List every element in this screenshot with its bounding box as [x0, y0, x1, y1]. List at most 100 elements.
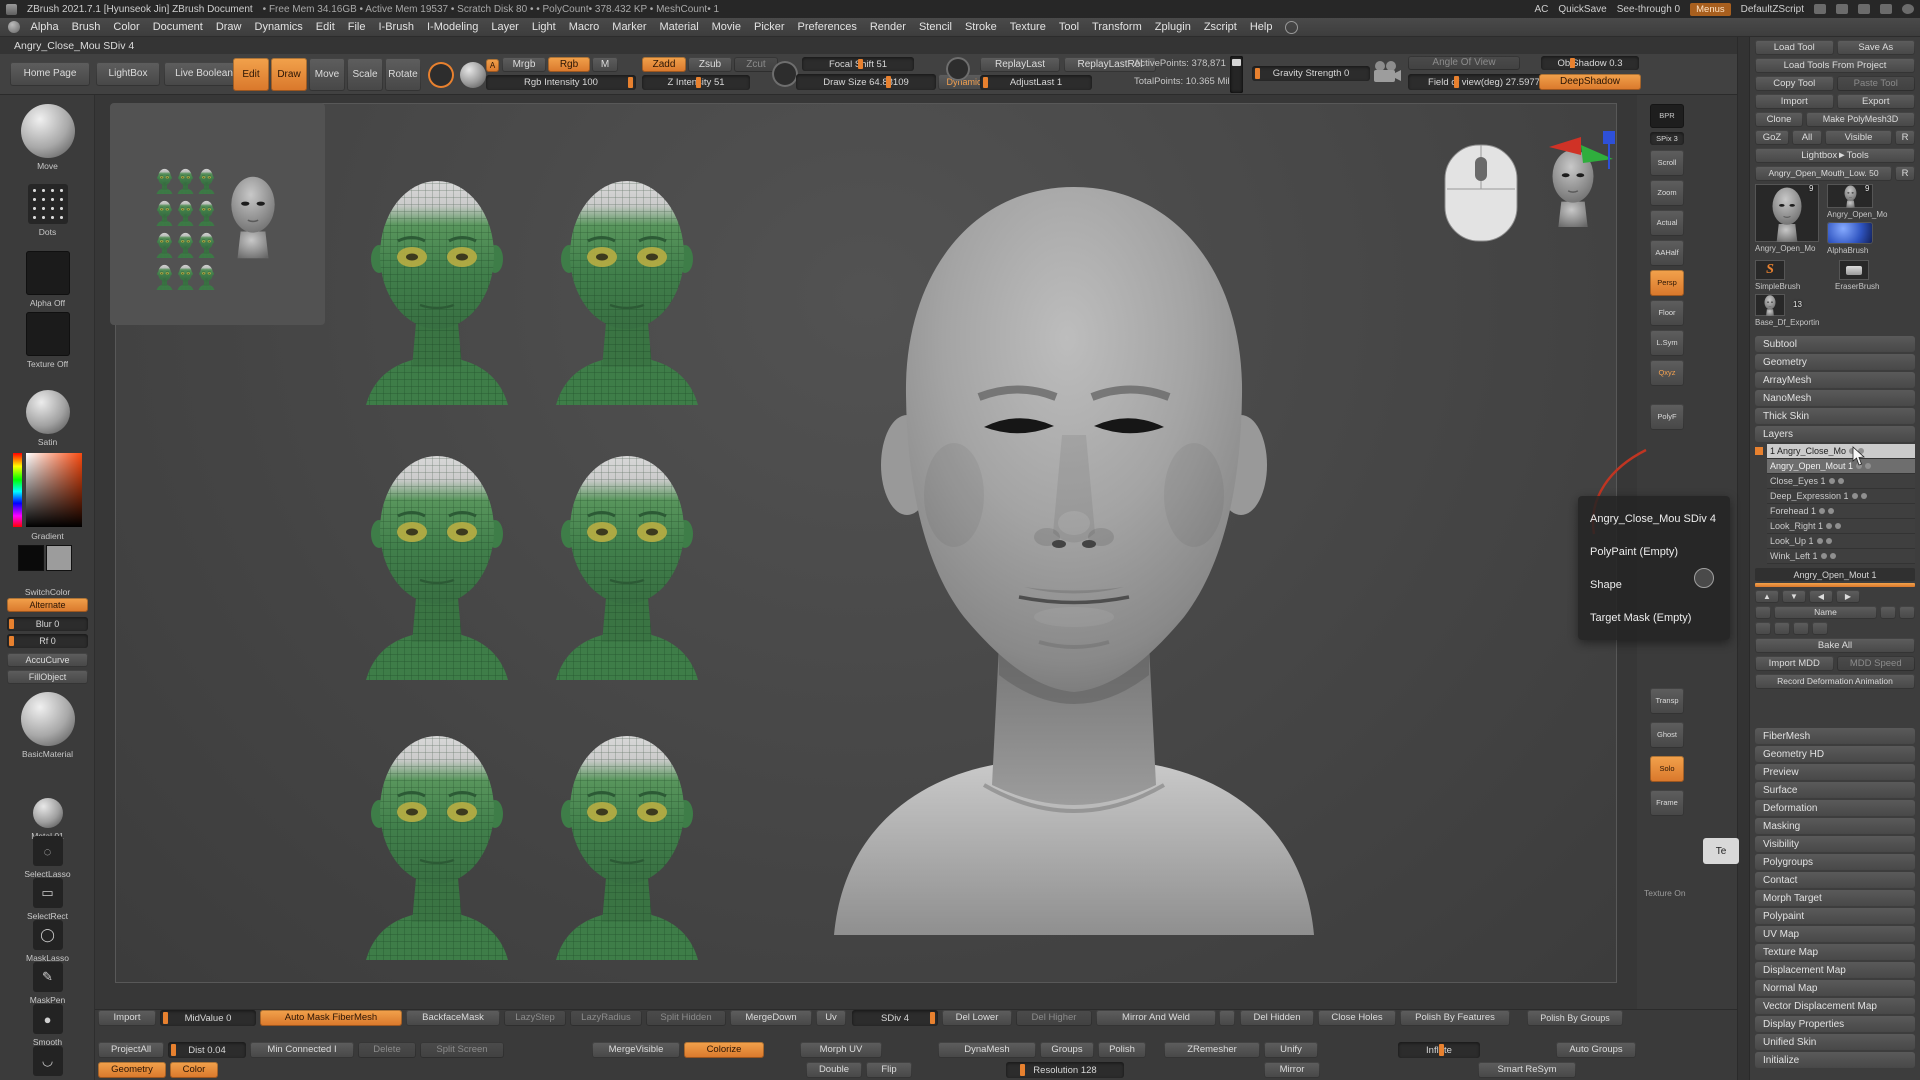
color-tab[interactable]: Color	[170, 1062, 218, 1078]
del-higher-button[interactable]: Del Higher	[1016, 1010, 1092, 1026]
menu-item[interactable]: Brush	[65, 21, 107, 33]
goz-r-button[interactable]: R	[1895, 130, 1915, 145]
sidebar-thumb[interactable]: ●	[33, 1004, 63, 1034]
mdd-speed-button[interactable]: MDD Speed	[1837, 656, 1916, 671]
help-circle-icon[interactable]	[1285, 21, 1298, 34]
layer-split-icon[interactable]	[1774, 622, 1790, 635]
layer-merge-icon[interactable]	[1755, 622, 1771, 635]
polish-by-features-button[interactable]: Polish By Features	[1400, 1010, 1510, 1026]
layer-eye-icon[interactable]	[1838, 478, 1844, 484]
close-holes-button[interactable]: Close Holes	[1318, 1010, 1396, 1026]
sidebar-item[interactable]: Metal 01	[0, 798, 95, 841]
see-through-slider[interactable]: See-through 0	[1617, 4, 1680, 15]
clone-button[interactable]: Clone	[1755, 112, 1803, 127]
main-color-swatch[interactable]	[18, 545, 44, 571]
gyro-icon[interactable]	[946, 57, 970, 81]
replay-last-button[interactable]: ReplayLast	[980, 57, 1060, 72]
layer-intensity-icon[interactable]	[1819, 508, 1825, 514]
zremesher-button[interactable]: ZRemesher	[1164, 1042, 1260, 1058]
palette-section[interactable]: Morph Target	[1755, 890, 1915, 906]
menu-item[interactable]: Picker	[747, 21, 791, 33]
selected-layer-name[interactable]: Angry_Open_Mout 1	[1755, 568, 1915, 581]
live-boolean-button[interactable]: Live Boolean	[164, 62, 244, 86]
palette-section[interactable]: Subtool	[1755, 336, 1915, 352]
focal-shift-slider[interactable]: Focal Shift 51	[802, 57, 914, 71]
menu-item[interactable]: Movie	[705, 21, 747, 33]
angle-of-view-button[interactable]: Angle Of View	[1408, 56, 1520, 70]
palette-section[interactable]: Surface	[1755, 782, 1915, 798]
accucurve-button[interactable]: AccuCurve	[7, 653, 88, 667]
spix-slider[interactable]: SPix 3	[1650, 132, 1684, 145]
alphabrush-thumb[interactable]	[1827, 222, 1873, 244]
mergevisible-button[interactable]: MergeVisible	[592, 1042, 680, 1058]
split-screen-button[interactable]: Split Screen	[420, 1042, 504, 1058]
hue-strip[interactable]	[13, 453, 22, 527]
menu-item[interactable]: Texture	[1003, 21, 1052, 33]
bake-all-button[interactable]: Bake All	[1755, 638, 1915, 653]
mirror-and-weld-button[interactable]: Mirror And Weld	[1096, 1010, 1216, 1026]
layer-invert-icon[interactable]	[1793, 622, 1809, 635]
palette-section[interactable]: Contact	[1755, 872, 1915, 888]
edit-button[interactable]: Edit	[233, 58, 269, 91]
zsub-button[interactable]: Zsub	[688, 57, 732, 72]
inflate-slider[interactable]: Inflate	[1398, 1042, 1480, 1058]
groups-button[interactable]: Groups	[1040, 1042, 1094, 1058]
import-button[interactable]: Import	[1755, 94, 1834, 109]
palette-section[interactable]: Thick Skin	[1755, 408, 1915, 424]
delete-button[interactable]: Delete	[358, 1042, 416, 1058]
menu-item[interactable]: Layer	[485, 21, 526, 33]
sidebar-thumb[interactable]	[26, 312, 70, 356]
load-tool-button[interactable]: Load Tool	[1755, 40, 1834, 55]
menu-item[interactable]: Document	[146, 21, 209, 33]
sidebar-item[interactable]: ▭ SelectRect	[0, 878, 95, 921]
backface-mask-button[interactable]: BackfaceMask	[406, 1010, 500, 1026]
sidebar-item[interactable]: ◌ SelectLasso	[0, 836, 95, 879]
unify-button[interactable]: Unify	[1264, 1042, 1318, 1058]
layer-new-icon[interactable]	[1755, 606, 1771, 619]
sidebar-item[interactable]: ✎ MaskPen	[0, 962, 95, 1005]
sidebar-thumb[interactable]: ◌	[33, 836, 63, 866]
palette-section[interactable]: Geometry	[1755, 354, 1915, 370]
qxyz-button[interactable]: Qxyz	[1650, 360, 1684, 386]
layer-row[interactable]: Wink_Left 1	[1767, 549, 1915, 564]
palette-section[interactable]: Normal Map	[1755, 980, 1915, 996]
uv-button[interactable]: Uv	[816, 1010, 846, 1026]
polish-by-groups-button[interactable]: Polish By Groups	[1527, 1010, 1623, 1026]
menu-item[interactable]: Stencil	[912, 21, 958, 33]
menu-item[interactable]: File	[341, 21, 372, 33]
goz-button[interactable]: GoZ	[1755, 130, 1789, 145]
mergedown-button[interactable]: MergeDown	[730, 1010, 812, 1026]
palette-section[interactable]: Vector Displacement Map	[1755, 998, 1915, 1014]
zoom-button[interactable]: Zoom	[1650, 180, 1684, 206]
lazyradius-button[interactable]: LazyRadius	[570, 1010, 642, 1026]
focal-ring-icon[interactable]	[772, 61, 798, 87]
flip-button[interactable]: Flip	[866, 1062, 912, 1078]
menu-item[interactable]: Draw	[209, 21, 248, 33]
sidebar-item[interactable]: ● Smooth	[0, 1004, 95, 1047]
palette-section[interactable]: NanoMesh	[1755, 390, 1915, 406]
gradient-label[interactable]: Gradient	[0, 531, 95, 541]
layer-delete-icon[interactable]	[1899, 606, 1915, 619]
palette-section[interactable]: FiberMesh	[1755, 728, 1915, 744]
layer-row[interactable]: Forehead 1	[1767, 504, 1915, 519]
morph-uv-button[interactable]: Morph UV	[800, 1042, 882, 1058]
auto-groups-button[interactable]: Auto Groups	[1556, 1042, 1636, 1058]
draw-size-slider[interactable]: Draw Size 64.88109	[796, 74, 936, 90]
scroll-button[interactable]: Scroll	[1650, 150, 1684, 176]
saturation-square[interactable]	[26, 453, 82, 527]
palette-section[interactable]: UV Map	[1755, 926, 1915, 942]
move-button[interactable]: Move	[309, 58, 345, 91]
import-mesh-button[interactable]: Import	[98, 1010, 156, 1026]
lsym-button[interactable]: L.Sym	[1650, 330, 1684, 356]
zcut-button[interactable]: Zcut	[734, 57, 778, 72]
deep-shadow-button[interactable]: DeepShadow	[1539, 74, 1641, 90]
obj-shadow-slider[interactable]: ObjShadow 0.3	[1541, 56, 1639, 70]
layout-icon[interactable]	[1814, 4, 1826, 14]
colorize-button[interactable]: Colorize	[684, 1042, 764, 1058]
menu-item[interactable]: Render	[863, 21, 912, 33]
weld-options-icon[interactable]	[1219, 1010, 1235, 1026]
layer-eye-icon[interactable]	[1828, 508, 1834, 514]
layer-duplicate-icon[interactable]	[1880, 606, 1896, 619]
palette-section[interactable]: Unified Skin	[1755, 1034, 1915, 1050]
layer-row[interactable]: Deep_Expression 1	[1767, 489, 1915, 504]
